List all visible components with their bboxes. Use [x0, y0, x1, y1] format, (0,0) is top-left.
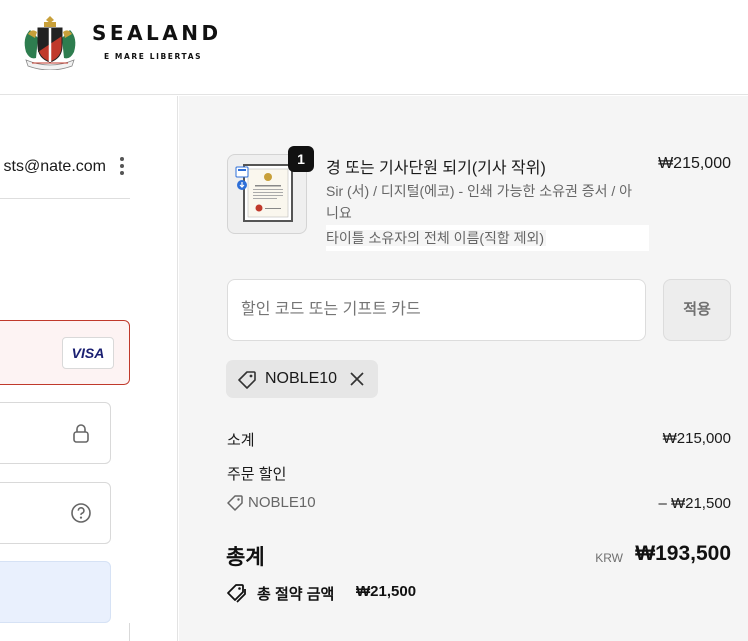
tags-icon	[227, 584, 246, 603]
close-icon[interactable]	[347, 369, 367, 389]
item-custom-field: 타이틀 소유자의 전체 이름(직함 제외)	[326, 225, 649, 251]
lock-icon	[73, 424, 89, 443]
item-custom-field-label: 타이틀 소유자의 전체 이름(직함 제외)	[326, 230, 547, 246]
applied-discount-code: NOBLE10	[265, 370, 338, 387]
help-circle-icon[interactable]	[70, 502, 92, 524]
brand-name: SEALAND	[92, 21, 222, 45]
item-title: 경 또는 기사단원 되기(기사 작위)	[326, 160, 546, 177]
visa-card-icon: VISA	[62, 337, 114, 369]
brand-tagline: E MARE LIBERTAS	[104, 52, 203, 61]
applied-discount-chip: NOBLE10	[226, 360, 378, 398]
item-variant: Sir (서) / 디지털(에코) - 인쇄 가능한 소유권 증서 / 아니요	[326, 183, 633, 221]
subtotal-value: ₩215,000	[662, 430, 731, 447]
order-discount-code: NOBLE10	[248, 494, 316, 511]
quantity-badge: 1	[288, 146, 314, 172]
tag-icon	[238, 371, 256, 389]
order-summary: 1 경 또는 기사단원 되기(기사 작위) ₩215,000 Sir (서) /…	[179, 96, 748, 641]
kebab-menu-icon[interactable]	[116, 156, 128, 178]
apply-discount-button[interactable]: 적용	[663, 279, 731, 341]
card-number-field[interactable]	[0, 402, 111, 464]
sealand-crest-logo[interactable]	[20, 14, 80, 70]
checkout-form-pane: sts@nate.com VISA	[0, 96, 178, 641]
total-currency: KRW	[595, 551, 623, 565]
order-discount-value: – ₩21,500	[658, 495, 731, 512]
tag-icon	[227, 495, 243, 511]
contact-email: sts@nate.com	[3, 158, 107, 175]
total-savings-label: 총 절약 금액	[257, 586, 335, 603]
total-savings-value: ₩21,500	[356, 583, 417, 600]
total-label: 총계	[226, 546, 265, 569]
payment-method-credit-card[interactable]: VISA	[0, 320, 130, 385]
contact-email-row: sts@nate.com	[0, 96, 130, 196]
divider	[0, 198, 130, 199]
payment-section-border	[0, 623, 130, 641]
name-on-card-field[interactable]	[0, 561, 111, 623]
security-code-field[interactable]	[0, 482, 111, 544]
subtotal-label: 소계	[227, 432, 255, 449]
order-discount-label: 주문 할인	[227, 466, 287, 483]
total-value: ₩193,500	[635, 542, 731, 565]
site-header: SEALAND E MARE LIBERTAS	[0, 0, 748, 95]
discount-code-input[interactable]	[227, 279, 646, 341]
item-price: ₩215,000	[658, 155, 731, 172]
